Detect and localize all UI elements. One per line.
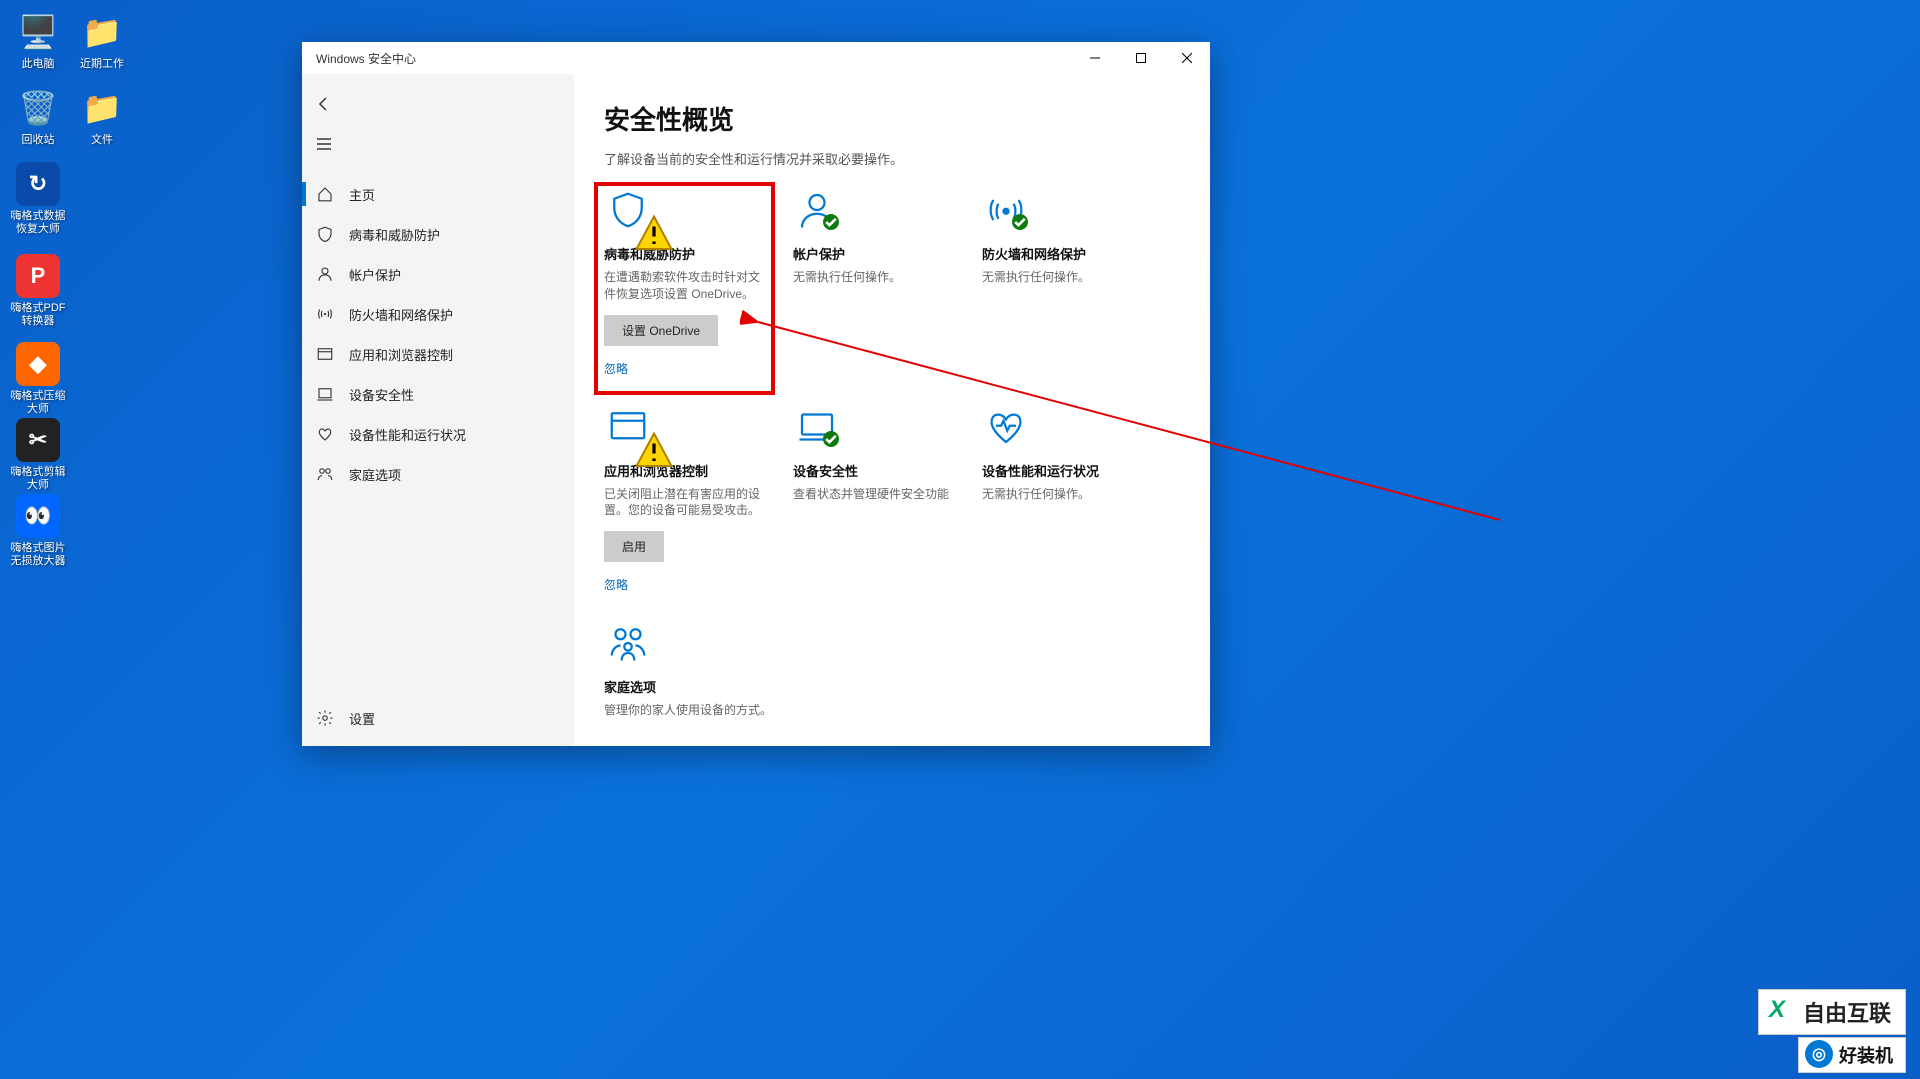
desktop-icon-4[interactable]: ↻嗨格式数据恢复大师 [6, 162, 70, 236]
app-icon [315, 344, 335, 364]
tile-firewall[interactable]: 防火墙和网络保护 无需执行任何操作。 [982, 190, 1159, 377]
tile-desc: 无需执行任何操作。 [982, 269, 1159, 286]
sidebar-item-label: 病毒和威胁防护 [349, 225, 440, 244]
desktop-icon-3[interactable]: 📁文件 [70, 86, 134, 147]
app-browser-icon [604, 407, 652, 447]
sidebar-item-label: 设置 [349, 709, 375, 728]
tile-title: 防火墙和网络保护 [982, 244, 1159, 263]
sidebar: 主页病毒和威胁防护帐户保护防火墙和网络保护应用和浏览器控制设备安全性设备性能和运… [302, 74, 574, 746]
desktop-icon-5[interactable]: P嗨格式PDF转换器 [6, 254, 70, 328]
checkmark-badge-icon [823, 214, 839, 230]
tile-family[interactable]: 家庭选项 管理你的家人使用设备的方式。 [604, 623, 781, 731]
titlebar: Windows 安全中心 [302, 42, 1210, 74]
sidebar-item-device[interactable]: 设备安全性 [302, 374, 574, 414]
device-icon [793, 407, 841, 447]
person-icon [793, 190, 841, 230]
heart-icon [982, 407, 1030, 447]
tile-desc: 管理你的家人使用设备的方式。 [604, 702, 781, 719]
tile-perf[interactable]: 设备性能和运行状况 无需执行任何操作。 [982, 407, 1159, 594]
shield-icon [604, 190, 652, 230]
sidebar-nav: 主页病毒和威胁防护帐户保护防火墙和网络保护应用和浏览器控制设备安全性设备性能和运… [302, 174, 574, 698]
tiles-grid: 病毒和威胁防护 在遭遇勒索软件攻击时针对文件恢复选项设置 OneDrive。 设… [604, 190, 1170, 731]
desktop-icon-1[interactable]: 📁近期工作 [70, 10, 134, 71]
tile-virus[interactable]: 病毒和威胁防护 在遭遇勒索软件攻击时针对文件恢复选项设置 OneDrive。 设… [596, 184, 773, 393]
enable-button[interactable]: 启用 [604, 531, 664, 562]
sidebar-item-family[interactable]: 家庭选项 [302, 454, 574, 494]
sidebar-item-app[interactable]: 应用和浏览器控制 [302, 334, 574, 374]
page-title: 安全性概览 [604, 100, 1170, 137]
hamburger-button[interactable] [302, 124, 346, 164]
tile-app[interactable]: 应用和浏览器控制 已关闭阻止潜在有害应用的设置。您的设备可能易受攻击。 启用 忽… [604, 407, 781, 594]
sidebar-item-label: 帐户保护 [349, 265, 401, 284]
device-icon [315, 384, 335, 404]
desktop-icon-0[interactable]: 🖥️此电脑 [6, 10, 70, 71]
dismiss-link[interactable]: 忽略 [604, 576, 781, 593]
tile-account[interactable]: 帐户保护 无需执行任何操作。 [793, 190, 970, 377]
close-button[interactable] [1164, 42, 1210, 74]
tile-title: 家庭选项 [604, 677, 781, 696]
checkmark-badge-icon [823, 431, 839, 447]
gear-icon [315, 708, 335, 728]
virus-icon [315, 224, 335, 244]
tile-desc: 无需执行任何操作。 [982, 486, 1159, 503]
sidebar-item-perf[interactable]: 设备性能和运行状况 [302, 414, 574, 454]
tile-desc: 在遭遇勒索软件攻击时针对文件恢复选项设置 OneDrive。 [604, 269, 765, 303]
account-icon [315, 264, 335, 284]
tile-title: 病毒和威胁防护 [604, 244, 765, 263]
tile-desc: 查看状态并管理硬件安全功能 [793, 486, 970, 503]
sidebar-item-account[interactable]: 帐户保护 [302, 254, 574, 294]
sidebar-item-label: 应用和浏览器控制 [349, 345, 453, 364]
tile-title: 应用和浏览器控制 [604, 461, 781, 480]
setup-onedrive-button[interactable]: 设置 OneDrive [604, 315, 718, 346]
maximize-button[interactable] [1118, 42, 1164, 74]
back-button[interactable] [302, 84, 346, 124]
perf-icon [315, 424, 335, 444]
sidebar-item-label: 防火墙和网络保护 [349, 305, 453, 324]
desktop-icon-6[interactable]: ◆嗨格式压缩大师 [6, 342, 70, 416]
family-icon [604, 623, 652, 663]
watermark-haozhuangji: ◎好装机 [1798, 1037, 1906, 1073]
home-icon [315, 184, 335, 204]
tile-desc: 已关闭阻止潜在有害应用的设置。您的设备可能易受攻击。 [604, 486, 781, 520]
sidebar-item-home[interactable]: 主页 [302, 174, 574, 214]
sidebar-item-label: 家庭选项 [349, 465, 401, 484]
warning-badge-icon [634, 214, 650, 230]
tile-desc: 无需执行任何操作。 [793, 269, 970, 286]
tile-title: 设备安全性 [793, 461, 970, 480]
sidebar-item-label: 设备安全性 [349, 385, 414, 404]
tile-title: 设备性能和运行状况 [982, 461, 1159, 480]
page-subtitle: 了解设备当前的安全性和运行情况并采取必要操作。 [604, 149, 1170, 168]
desktop-icon-2[interactable]: 🗑️回收站 [6, 86, 70, 147]
firewall-icon [315, 304, 335, 324]
desktop-icon-8[interactable]: 👀嗨格式图片无损放大器 [6, 494, 70, 568]
window-title: Windows 安全中心 [316, 50, 416, 67]
minimize-button[interactable] [1072, 42, 1118, 74]
main-content: 安全性概览 了解设备当前的安全性和运行情况并采取必要操作。 病毒和威胁防护 在遭… [574, 74, 1210, 746]
family-icon [315, 464, 335, 484]
warning-badge-icon [634, 431, 650, 447]
security-center-window: Windows 安全中心 主页病毒和威胁防护帐户保护防火墙和网络保护应用和浏览器… [302, 42, 1210, 746]
tile-device[interactable]: 设备安全性 查看状态并管理硬件安全功能 [793, 407, 970, 594]
sidebar-item-label: 设备性能和运行状况 [349, 425, 466, 444]
dismiss-link[interactable]: 忽略 [604, 360, 765, 377]
sidebar-item-firewall[interactable]: 防火墙和网络保护 [302, 294, 574, 334]
sidebar-item-label: 主页 [349, 185, 375, 204]
antenna-icon [982, 190, 1030, 230]
checkmark-badge-icon [1012, 214, 1028, 230]
tile-title: 帐户保护 [793, 244, 970, 263]
desktop-icon-7[interactable]: ✂嗨格式剪辑大师 [6, 418, 70, 492]
watermark-ziyouhuilian: X自由互联 [1758, 989, 1906, 1035]
sidebar-item-settings[interactable]: 设置 [302, 698, 574, 738]
sidebar-item-virus[interactable]: 病毒和威胁防护 [302, 214, 574, 254]
